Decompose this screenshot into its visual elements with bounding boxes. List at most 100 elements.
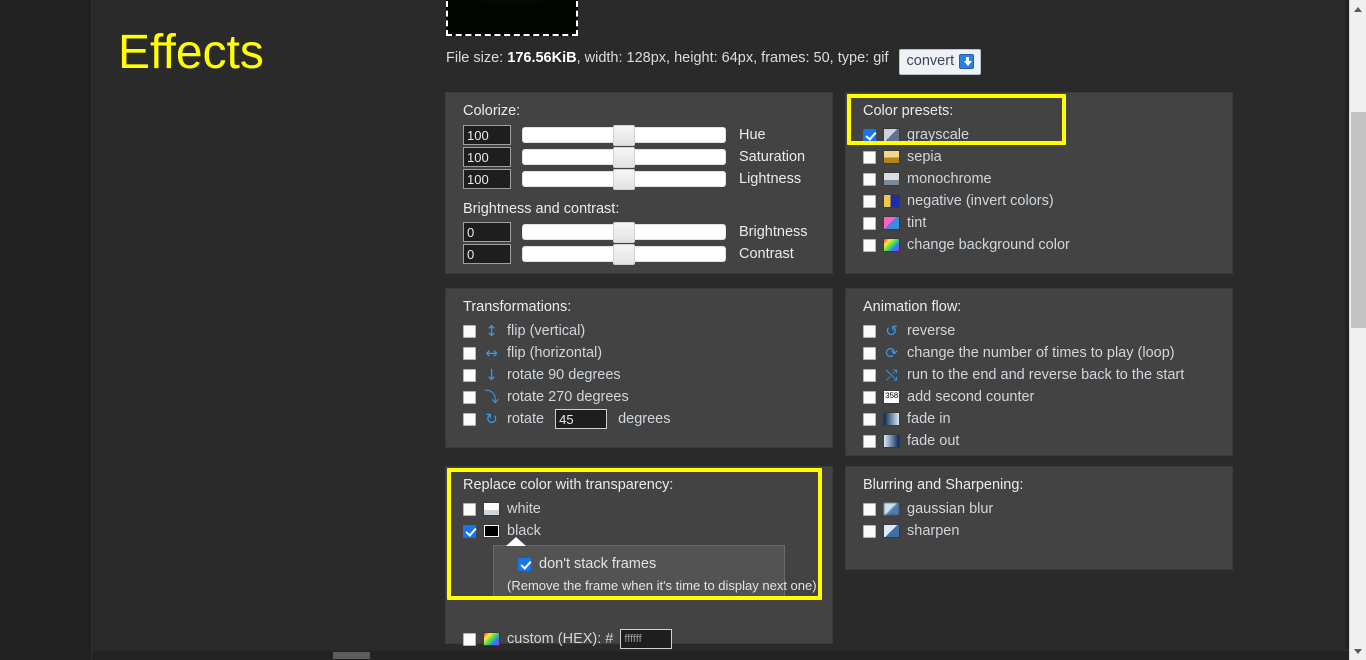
lightness-slider[interactable] bbox=[522, 169, 726, 190]
label-dont-stack-frames: don't stack frames bbox=[539, 556, 657, 572]
preset-row-grayscale[interactable]: grayscale bbox=[863, 124, 1232, 146]
transform-row-flip-horizontal[interactable]: ↔ flip (horizontal) bbox=[463, 342, 832, 364]
preset-row-change-background-color[interactable]: change background color bbox=[863, 234, 1232, 256]
horizontal-scrollbar[interactable] bbox=[92, 651, 1349, 660]
checkbox-monochrome[interactable] bbox=[863, 172, 876, 186]
replace-row-white[interactable]: white bbox=[463, 498, 832, 520]
replace-transparency-title: Replace color with transparency: bbox=[463, 477, 674, 493]
checkbox-second-counter[interactable] bbox=[863, 390, 876, 404]
vertical-scrollbar[interactable] bbox=[1349, 0, 1366, 660]
custom-hex-input[interactable] bbox=[620, 629, 673, 649]
replace-row-custom-hex[interactable]: custom (HEX): # bbox=[463, 628, 832, 650]
app-root: Effects File size: 176.56KiB, width: 128… bbox=[0, 0, 1366, 660]
tint-swatch-icon bbox=[883, 216, 900, 230]
transform-row-rotate-90[interactable]: ↓ rotate 90 degrees bbox=[463, 364, 832, 386]
animflow-row-reverse[interactable]: ↺ reverse bbox=[863, 320, 1232, 342]
checkbox-flip-vertical[interactable] bbox=[463, 324, 476, 338]
saturation-slider-thumb[interactable] bbox=[613, 147, 635, 168]
brightness-slider[interactable] bbox=[522, 222, 726, 243]
checkbox-dont-stack-frames[interactable] bbox=[518, 557, 531, 571]
preset-row-monochrome[interactable]: monochrome bbox=[863, 168, 1232, 190]
rotate-degrees-input[interactable] bbox=[555, 409, 608, 429]
hue-slider-thumb[interactable] bbox=[613, 125, 635, 146]
file-info-line: File size: 176.56KiB, width: 128px, heig… bbox=[446, 48, 982, 75]
blur-row-sharpen[interactable]: sharpen bbox=[863, 520, 1232, 542]
preset-row-tint[interactable]: tint bbox=[863, 212, 1232, 234]
checkbox-rotate-90[interactable] bbox=[463, 368, 476, 382]
animflow-row-second-counter[interactable]: 358 add second counter bbox=[863, 386, 1232, 408]
checkbox-sharpen[interactable] bbox=[863, 524, 876, 538]
brightness-value-input[interactable] bbox=[463, 222, 511, 242]
checkbox-fade-out[interactable] bbox=[863, 434, 876, 448]
transform-row-flip-vertical[interactable]: ↕ flip (vertical) bbox=[463, 320, 832, 342]
checkbox-negative[interactable] bbox=[863, 194, 876, 208]
file-size-prefix: File size: bbox=[446, 50, 504, 66]
scroll-down-arrow-icon[interactable] bbox=[1350, 643, 1366, 660]
checkbox-grayscale[interactable] bbox=[863, 128, 876, 142]
checkbox-tint[interactable] bbox=[863, 216, 876, 230]
label-fade-in: fade in bbox=[907, 411, 951, 427]
animflow-row-fade-in[interactable]: fade in bbox=[863, 408, 1232, 430]
checkbox-custom-hex[interactable] bbox=[463, 632, 476, 646]
contrast-label: Contrast bbox=[739, 246, 794, 262]
label-second-counter: add second counter bbox=[907, 389, 1035, 405]
animflow-row-fade-out[interactable]: fade out bbox=[863, 430, 1232, 452]
negative-swatch-icon bbox=[883, 194, 900, 208]
contrast-slider-thumb[interactable] bbox=[613, 244, 635, 265]
checkbox-replace-white[interactable] bbox=[463, 502, 476, 516]
lightness-value-input[interactable] bbox=[463, 169, 511, 189]
monochrome-swatch-icon bbox=[883, 172, 900, 186]
boomerang-arrows-icon: ⤭ bbox=[885, 365, 898, 384]
gaussian-blur-icon bbox=[883, 502, 900, 516]
white-swatch-icon bbox=[483, 502, 500, 516]
scroll-up-arrow-icon[interactable] bbox=[1350, 0, 1366, 17]
brightness-contrast-title: Brightness and contrast: bbox=[463, 201, 620, 217]
label-rotate-custom: rotate bbox=[507, 411, 545, 427]
colorize-panel: Colorize: Hue Saturation Lightness Brigh… bbox=[445, 92, 833, 274]
transform-row-rotate-custom[interactable]: ↻ rotate degrees bbox=[463, 408, 832, 430]
label-sepia: sepia bbox=[907, 149, 942, 165]
checkbox-rotate-custom[interactable] bbox=[463, 412, 476, 426]
hue-value-input[interactable] bbox=[463, 125, 511, 145]
saturation-value-input[interactable] bbox=[463, 147, 511, 167]
transform-row-rotate-270[interactable]: ⤵ rotate 270 degrees bbox=[463, 386, 832, 408]
label-change-background-color: change background color bbox=[907, 237, 1070, 253]
hue-slider[interactable] bbox=[522, 125, 726, 146]
preset-row-negative[interactable]: negative (invert colors) bbox=[863, 190, 1232, 212]
lightness-slider-row: Lightness bbox=[463, 168, 832, 190]
checkbox-change-background-color[interactable] bbox=[863, 238, 876, 252]
color-wheel-swatch-icon bbox=[883, 238, 900, 252]
checkbox-fade-in[interactable] bbox=[863, 412, 876, 426]
hue-label: Hue bbox=[739, 127, 766, 143]
vertical-scrollbar-thumb[interactable] bbox=[1351, 112, 1366, 328]
preset-row-sepia[interactable]: sepia bbox=[863, 146, 1232, 168]
animflow-row-loop-count[interactable]: ⟳ change the number of times to play (lo… bbox=[863, 342, 1232, 364]
sepia-swatch-icon bbox=[883, 150, 900, 164]
saturation-slider[interactable] bbox=[522, 147, 726, 168]
checkbox-loop-count[interactable] bbox=[863, 346, 876, 360]
gif-preview-thumbnail[interactable] bbox=[446, 0, 578, 36]
animflow-row-boomerang[interactable]: ⤭ run to the end and reverse back to the… bbox=[863, 364, 1232, 386]
horizontal-scrollbar-thumb[interactable] bbox=[333, 652, 370, 659]
checkbox-reverse[interactable] bbox=[863, 324, 876, 338]
checkbox-rotate-270[interactable] bbox=[463, 390, 476, 404]
convert-button[interactable]: convert bbox=[898, 49, 982, 75]
popup-checkbox-row[interactable]: don't stack frames bbox=[518, 555, 784, 573]
checkbox-flip-horizontal[interactable] bbox=[463, 346, 476, 360]
lightness-slider-thumb[interactable] bbox=[613, 169, 635, 190]
label-flip-vertical: flip (vertical) bbox=[507, 323, 586, 339]
blur-row-gaussian[interactable]: gaussian blur bbox=[863, 498, 1232, 520]
contrast-slider[interactable] bbox=[522, 244, 726, 265]
fade-out-icon bbox=[883, 434, 900, 448]
label-custom-hex: custom (HEX): # bbox=[507, 631, 614, 647]
checkbox-sepia[interactable] bbox=[863, 150, 876, 164]
brightness-label: Brightness bbox=[739, 224, 808, 240]
contrast-value-input[interactable] bbox=[463, 244, 511, 264]
checkbox-gaussian-blur[interactable] bbox=[863, 502, 876, 516]
saturation-slider-row: Saturation bbox=[463, 146, 832, 168]
color-presets-panel: Color presets: grayscale sepia monochrom… bbox=[845, 92, 1233, 274]
saturation-label: Saturation bbox=[739, 149, 806, 165]
checkbox-boomerang[interactable] bbox=[863, 368, 876, 382]
brightness-slider-thumb[interactable] bbox=[613, 222, 635, 243]
checkbox-replace-black[interactable] bbox=[463, 524, 476, 538]
